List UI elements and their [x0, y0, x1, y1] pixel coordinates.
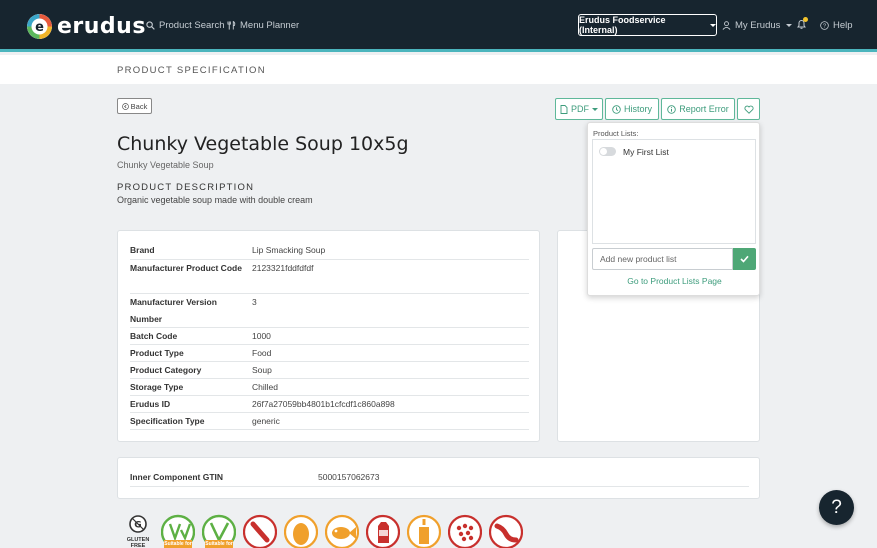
component-row: Inner Component GTIN 5000157062673 — [130, 469, 749, 487]
organisation-selector[interactable]: Erudus Foodservice (Internal) — [578, 14, 717, 36]
product-description: Organic vegetable soup made with double … — [117, 195, 313, 205]
spec-row-specification-type: Specification Type generic — [130, 413, 529, 430]
chevron-down-icon — [592, 107, 598, 111]
product-lists-label: Product Lists: — [593, 129, 639, 138]
nav-menu-planner-label: Menu Planner — [240, 20, 300, 31]
spec-value: 1000 — [252, 331, 271, 341]
spec-value: Chilled — [252, 382, 278, 392]
back-button-label: Back — [130, 101, 148, 111]
spec-row-batch-code: Batch Code 1000 — [130, 328, 529, 345]
spec-key: Specification Type — [130, 416, 205, 426]
spec-value: 26f7a27059bb4801b1cfcdf1c860a898 — [252, 399, 395, 409]
component-card: Inner Component GTIN 5000157062673 — [117, 457, 760, 499]
file-pdf-icon — [560, 104, 568, 114]
new-product-list-input[interactable] — [592, 248, 733, 270]
erudus-logo[interactable]: e erudus — [27, 12, 146, 40]
component-key: Inner Component GTIN — [130, 472, 224, 482]
help-label: Help — [833, 20, 853, 31]
check-icon — [740, 255, 749, 263]
vegetarian-caption: Suitable for — [164, 541, 192, 547]
spec-key: Manufacturer Product Code — [130, 263, 242, 273]
favourite-button[interactable] — [737, 98, 760, 120]
vegan-icon: Suitable for — [201, 514, 237, 548]
search-icon — [146, 21, 155, 30]
spec-row-manufacturer-code: Manufacturer Product Code 2123321fddfdfd… — [130, 260, 529, 294]
history-clock-icon — [612, 104, 621, 114]
spec-key: Erudus ID — [130, 399, 171, 409]
history-button[interactable]: History — [605, 98, 659, 120]
spec-row-product-category: Product Category Soup — [130, 362, 529, 379]
help-fab-button[interactable]: ? — [819, 490, 854, 525]
top-nav: e erudus Product Search Menu Planner Eru… — [0, 0, 877, 52]
report-error-label: Report Error — [679, 104, 729, 114]
nav-product-search[interactable]: Product Search — [146, 20, 224, 31]
spec-row-erudus-id: Erudus ID 26f7a27059bb4801b1cfcdf1c860a8… — [130, 396, 529, 413]
my-erudus-label: My Erudus — [735, 20, 781, 31]
question-circle-icon: ? — [820, 21, 829, 30]
add-product-list-button[interactable] — [733, 248, 756, 270]
spec-key: Product Category — [130, 365, 202, 375]
spec-value: Soup — [252, 365, 272, 375]
product-lists-dropdown: Product Lists: My First List Go to Produ… — [587, 122, 760, 296]
heart-icon — [743, 105, 754, 114]
product-description-heading: PRODUCT DESCRIPTION — [117, 182, 255, 193]
product-lists-page-link[interactable]: Go to Product Lists Page — [588, 276, 761, 286]
report-error-button[interactable]: Report Error — [661, 98, 735, 120]
spec-value: 3 — [252, 297, 257, 307]
logo-text: erudus — [57, 13, 146, 39]
spec-row-storage-type: Storage Type Chilled — [130, 379, 529, 396]
spec-value: Food — [252, 348, 272, 358]
product-subtitle: Chunky Vegetable Soup — [117, 160, 214, 170]
page-section-title: PRODUCT SPECIFICATION — [117, 65, 266, 76]
back-button[interactable]: Back — [117, 98, 152, 114]
spec-value: generic — [252, 416, 280, 426]
milk-icon — [365, 514, 401, 548]
arrow-left-circle-icon — [121, 102, 129, 110]
pdf-button[interactable]: PDF — [555, 98, 603, 120]
mustard-icon — [406, 514, 442, 548]
logo-mark-icon: e — [27, 13, 52, 39]
spec-value: Lip Smacking Soup — [252, 245, 326, 255]
spec-row-brand: Brand Lip Smacking Soup — [130, 242, 529, 260]
spec-value: 2123321fddfdfdf — [252, 263, 314, 273]
pdf-button-label: PDF — [571, 104, 589, 114]
product-title: Chunky Vegetable Soup 10x5g — [117, 133, 409, 155]
list-toggle-my-first-list[interactable] — [599, 147, 616, 156]
vegan-caption: Suitable for — [205, 541, 233, 547]
chevron-down-icon — [786, 24, 793, 27]
spec-card: Brand Lip Smacking Soup Manufacturer Pro… — [117, 230, 540, 442]
celery-icon — [242, 514, 278, 548]
spec-key: Batch Code — [130, 331, 178, 341]
nav-product-search-label: Product Search — [159, 20, 225, 31]
chevron-down-icon — [710, 23, 716, 27]
help-link[interactable]: ? Help — [820, 20, 853, 31]
fish-icon — [324, 514, 360, 548]
history-button-label: History — [623, 104, 652, 114]
spec-key: Product Type — [130, 348, 184, 358]
nav-menu-planner[interactable]: Menu Planner — [227, 20, 299, 31]
organisation-selector-label: Erudus Foodservice (Internal) — [579, 15, 666, 35]
my-erudus-menu[interactable]: My Erudus — [722, 20, 793, 31]
spec-key: Brand — [130, 245, 155, 255]
svg-text:e: e — [35, 20, 44, 35]
spec-row-manufacturer-version: Manufacturer Version Number 3 — [130, 294, 529, 328]
spec-row-product-type: Product Type Food — [130, 345, 529, 362]
gluten-free-caption: GLUTEN FREE — [126, 537, 150, 548]
cutlery-icon — [227, 21, 236, 30]
info-circle-icon — [667, 104, 676, 114]
sesame-icon — [447, 514, 483, 548]
spec-key: Manufacturer Version Number — [130, 297, 217, 324]
sulphites-icon — [488, 514, 524, 548]
component-value: 5000157062673 — [318, 472, 380, 482]
page-subheader: PRODUCT SPECIFICATION — [0, 55, 877, 84]
vegetarian-icon: Suitable for — [160, 514, 196, 548]
notification-badge — [803, 17, 808, 22]
egg-icon — [283, 514, 319, 548]
list-item-label: My First List — [623, 147, 669, 157]
spec-key: Storage Type — [130, 382, 184, 392]
user-icon — [722, 21, 731, 30]
gluten-free-icon: G GLUTEN FREE — [122, 514, 156, 548]
product-lists-box: My First List — [592, 139, 756, 244]
